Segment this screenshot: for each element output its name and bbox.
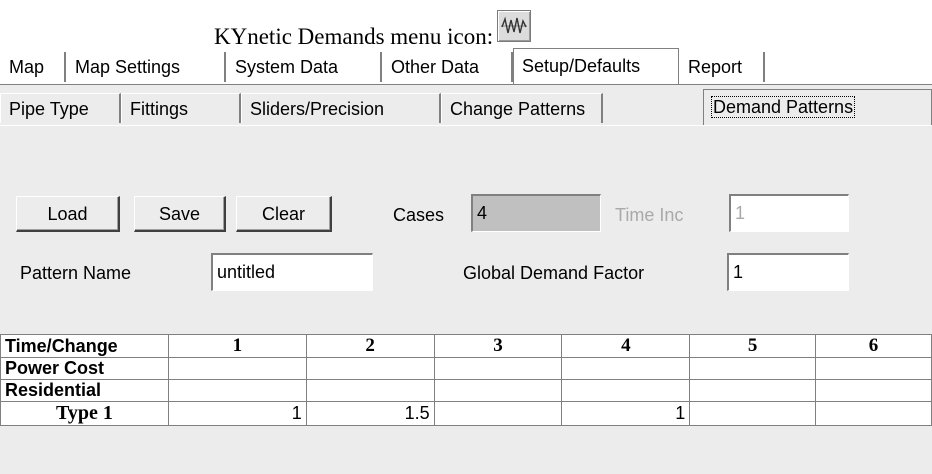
tab-label: Pipe Type xyxy=(9,99,89,119)
tab-fittings[interactable]: Fittings xyxy=(121,93,241,123)
grid-cell[interactable] xyxy=(815,401,932,426)
grid-row-header: Residential xyxy=(0,379,169,402)
tab-label: Map Settings xyxy=(75,57,181,77)
load-button[interactable]: Load xyxy=(16,196,120,232)
tab-report[interactable]: Report xyxy=(679,52,765,82)
grid-cell[interactable] xyxy=(561,357,691,380)
tab-sliders-precision[interactable]: Sliders/Precision xyxy=(241,93,441,123)
waveform-icon xyxy=(497,10,532,42)
pattern-name-field[interactable]: untitled xyxy=(211,253,373,291)
time-inc-label: Time Inc xyxy=(615,205,684,225)
grid-cell[interactable]: 1 xyxy=(167,401,307,426)
tab-demand-patterns[interactable]: Demand Patterns xyxy=(703,89,932,125)
grid-corner-header: Time/Change xyxy=(0,334,169,358)
tab-label: Other Data xyxy=(391,57,480,77)
tab-label: Fittings xyxy=(130,99,189,119)
cases-field[interactable]: 4 xyxy=(471,194,601,232)
grid-cell[interactable] xyxy=(433,379,563,402)
tab-label: Map xyxy=(9,57,45,77)
grid-cell[interactable] xyxy=(305,357,435,380)
grid-column-header: 2 xyxy=(305,334,435,358)
main-tab-strip: Map Map Settings System Data Other Data … xyxy=(0,48,932,84)
grid-cell[interactable] xyxy=(167,357,307,380)
sub-tab-strip: Pipe Type Fittings Sliders/Precision Cha… xyxy=(0,89,932,125)
save-button[interactable]: Save xyxy=(134,196,226,232)
grid-cell[interactable] xyxy=(815,379,932,402)
global-demand-factor-label: Global Demand Factor xyxy=(463,263,645,283)
tab-label: Sliders/Precision xyxy=(250,99,385,119)
tab-label: Change Patterns xyxy=(450,99,586,119)
tab-other-data[interactable]: Other Data xyxy=(382,52,513,82)
grid-cell[interactable] xyxy=(305,379,435,402)
grid-column-header: 6 xyxy=(815,334,932,358)
grid-row-header: Type 1 xyxy=(0,401,169,426)
caption: KYnetic Demands menu icon: xyxy=(214,10,532,50)
grid-cell[interactable] xyxy=(689,379,817,402)
clear-button[interactable]: Clear xyxy=(236,196,332,232)
tab-label: System Data xyxy=(235,57,339,77)
grid-cell[interactable] xyxy=(815,357,932,380)
grid-row-header: Power Cost xyxy=(0,357,169,380)
tab-change-patterns[interactable]: Change Patterns xyxy=(441,93,603,123)
grid-cell[interactable] xyxy=(433,357,563,380)
divider xyxy=(0,125,932,126)
grid-column-header: 5 xyxy=(689,334,817,358)
grid-cell[interactable] xyxy=(689,401,817,426)
table-row: Residential xyxy=(0,379,932,402)
grid-header-row: Time/Change 1 2 3 4 5 6 xyxy=(0,334,932,358)
tab-label: Setup/Defaults xyxy=(522,56,641,76)
tab-setup-defaults[interactable]: Setup/Defaults xyxy=(513,48,679,84)
grid-column-header: 3 xyxy=(433,334,563,358)
cases-label: Cases xyxy=(393,205,445,225)
tab-map[interactable]: Map xyxy=(0,52,66,82)
grid-cell[interactable]: 1.5 xyxy=(305,401,435,426)
table-row: Power Cost xyxy=(0,357,932,380)
tab-label: Demand Patterns xyxy=(710,96,856,118)
pattern-name-label: Pattern Name xyxy=(20,263,132,283)
table-row: Type 1 1 1.5 1 xyxy=(0,401,932,426)
tab-map-settings[interactable]: Map Settings xyxy=(66,52,226,82)
grid-cell[interactable]: 1 xyxy=(561,401,691,426)
caption-text: KYnetic Demands menu icon: xyxy=(214,24,494,49)
grid-cell[interactable] xyxy=(561,379,691,402)
tab-system-data[interactable]: System Data xyxy=(226,52,382,82)
global-demand-factor-field[interactable]: 1 xyxy=(727,253,849,291)
grid-column-header: 1 xyxy=(167,334,307,358)
grid-column-header: 4 xyxy=(561,334,691,358)
time-inc-field[interactable]: 1 xyxy=(729,194,849,232)
tab-pipe-type[interactable]: Pipe Type xyxy=(0,93,121,123)
demand-pattern-grid: Time/Change 1 2 3 4 5 6 Power Cost Resid… xyxy=(0,334,932,426)
grid-cell[interactable] xyxy=(167,379,307,402)
tab-label: Report xyxy=(688,57,743,77)
grid-cell[interactable] xyxy=(433,401,563,426)
grid-cell[interactable] xyxy=(689,357,817,380)
